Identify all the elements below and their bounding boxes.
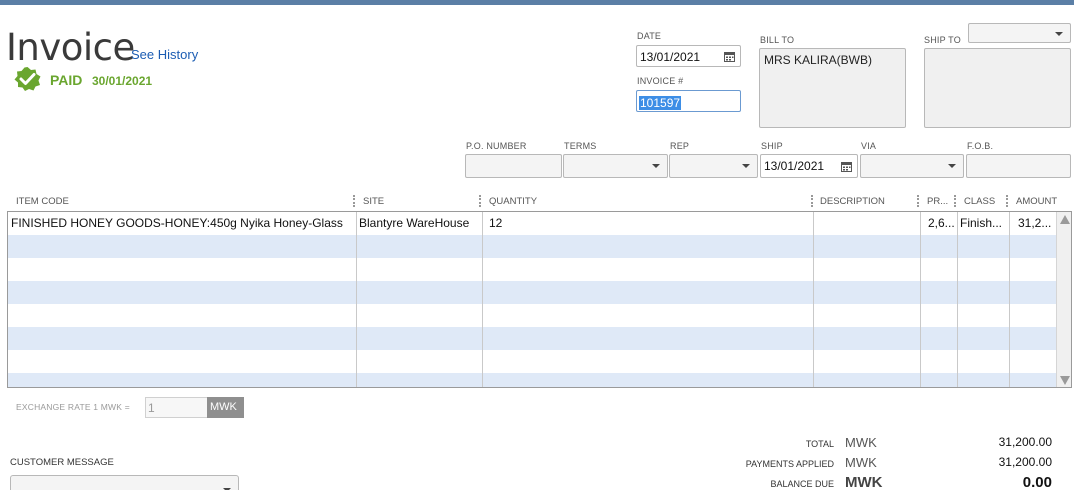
exchange-rate-label: EXCHANGE RATE 1 MWK = <box>16 402 130 412</box>
column-divider <box>482 212 483 387</box>
line-items-table: FINISHED HONEY GOODS-HONEY:450g Nyika Ho… <box>7 211 1072 388</box>
chevron-down-icon <box>742 164 750 168</box>
table-row[interactable] <box>8 235 1057 258</box>
ship-to-label: SHIP TO <box>924 35 961 45</box>
exchange-rate-input[interactable]: 1 <box>145 397 208 418</box>
fob-label: F.O.B. <box>967 141 994 151</box>
invoice-number-field[interactable]: 101597 <box>636 90 741 112</box>
payments-applied-currency: MWK <box>845 455 877 470</box>
ship-date-value: 13/01/2021 <box>764 159 825 173</box>
table-row[interactable] <box>8 350 1057 373</box>
table-row[interactable]: FINISHED HONEY GOODS-HONEY:450g Nyika Ho… <box>8 212 1057 235</box>
table-row[interactable] <box>8 258 1057 281</box>
scroll-down-icon[interactable] <box>1060 376 1070 385</box>
total-label: TOTAL <box>805 439 834 449</box>
date-label: DATE <box>637 31 662 41</box>
date-field[interactable]: 13/01/2021 <box>636 45 741 67</box>
column-separator[interactable] <box>353 195 355 207</box>
column-header-quantity[interactable]: QUANTITY <box>489 196 537 207</box>
cell-quantity[interactable]: 12 <box>489 216 502 230</box>
column-divider <box>1009 212 1010 387</box>
column-divider <box>920 212 921 387</box>
chevron-down-icon <box>1055 32 1063 36</box>
column-separator[interactable] <box>1006 195 1008 207</box>
po-number-label: P.O. NUMBER <box>466 141 527 151</box>
cell-item-code[interactable]: FINISHED HONEY GOODS-HONEY:450g Nyika Ho… <box>11 216 353 230</box>
bill-to-field[interactable]: MRS KALIRA(BWB) <box>759 48 906 128</box>
paid-status-date: 30/01/2021 <box>92 74 153 88</box>
exchange-rate-value: 1 <box>148 401 155 415</box>
rep-dropdown[interactable] <box>669 154 758 178</box>
column-header-description[interactable]: DESCRIPTION <box>820 196 885 207</box>
table-scrollbar[interactable] <box>1056 212 1071 387</box>
table-row[interactable] <box>8 304 1057 327</box>
invoice-number-label: INVOICE # <box>637 76 684 86</box>
column-separator[interactable] <box>811 195 813 207</box>
via-dropdown[interactable] <box>860 154 964 178</box>
line-items-header: ITEM CODE SITE QUANTITY DESCRIPTION PR..… <box>8 193 1072 211</box>
cell-amount[interactable]: 31,2... <box>1018 216 1054 230</box>
terms-dropdown[interactable] <box>563 154 668 178</box>
table-row[interactable] <box>8 281 1057 304</box>
balance-due-value: 0.00 <box>1022 474 1052 490</box>
cell-class[interactable]: Finish... <box>960 216 1010 230</box>
via-label: VIA <box>861 141 877 151</box>
customer-message-label: CUSTOMER MESSAGE <box>10 457 114 468</box>
column-header-site[interactable]: SITE <box>363 196 384 207</box>
column-divider <box>957 212 958 387</box>
column-divider <box>813 212 814 387</box>
see-history-link[interactable]: See History <box>131 47 198 62</box>
chevron-down-icon <box>948 164 956 168</box>
paid-status-label: PAID <box>50 72 83 88</box>
column-header-class[interactable]: CLASS <box>964 196 995 207</box>
cell-site[interactable]: Blantyre WareHouse <box>359 216 481 230</box>
po-number-field[interactable] <box>465 154 562 178</box>
column-divider <box>356 212 357 387</box>
bill-to-label: BILL TO <box>760 35 795 45</box>
ship-date-field[interactable]: 13/01/2021 <box>760 154 858 178</box>
calendar-icon[interactable] <box>841 161 852 172</box>
table-row[interactable] <box>8 373 1057 387</box>
bill-to-value: MRS KALIRA(BWB) <box>764 53 873 67</box>
customer-message-dropdown[interactable] <box>10 475 239 490</box>
page-title: Invoice <box>6 26 135 69</box>
ship-to-field[interactable] <box>924 48 1071 128</box>
rep-label: REP <box>670 141 690 151</box>
balance-due-label: BALANCE DUE <box>770 479 834 489</box>
column-header-amount[interactable]: AMOUNT <box>1016 196 1057 207</box>
balance-due-currency: MWK <box>845 474 883 490</box>
cell-price[interactable]: 2,6... <box>928 216 958 230</box>
paid-check-icon <box>14 67 41 91</box>
payments-applied-value: 31,200.00 <box>998 455 1052 469</box>
calendar-icon[interactable] <box>724 51 735 62</box>
chevron-down-icon <box>652 164 660 168</box>
fob-field[interactable] <box>966 154 1071 178</box>
column-separator[interactable] <box>917 195 919 207</box>
total-value: 31,200.00 <box>998 435 1052 449</box>
table-row[interactable] <box>8 327 1057 350</box>
ship-to-dropdown[interactable] <box>968 23 1071 43</box>
column-header-price[interactable]: PR... <box>927 196 948 207</box>
ship-date-label: SHIP <box>761 141 783 151</box>
column-separator[interactable] <box>954 195 956 207</box>
scroll-up-icon[interactable] <box>1060 215 1070 224</box>
terms-label: TERMS <box>564 141 597 151</box>
column-separator[interactable] <box>479 195 481 207</box>
invoice-number-value: 101597 <box>639 96 682 110</box>
top-accent-bar <box>0 0 1074 5</box>
exchange-rate-currency: MWK <box>207 397 244 418</box>
date-value: 13/01/2021 <box>640 50 701 64</box>
payments-applied-label: PAYMENTS APPLIED <box>745 459 834 469</box>
column-header-item-code[interactable]: ITEM CODE <box>16 196 69 207</box>
total-currency: MWK <box>845 435 877 450</box>
